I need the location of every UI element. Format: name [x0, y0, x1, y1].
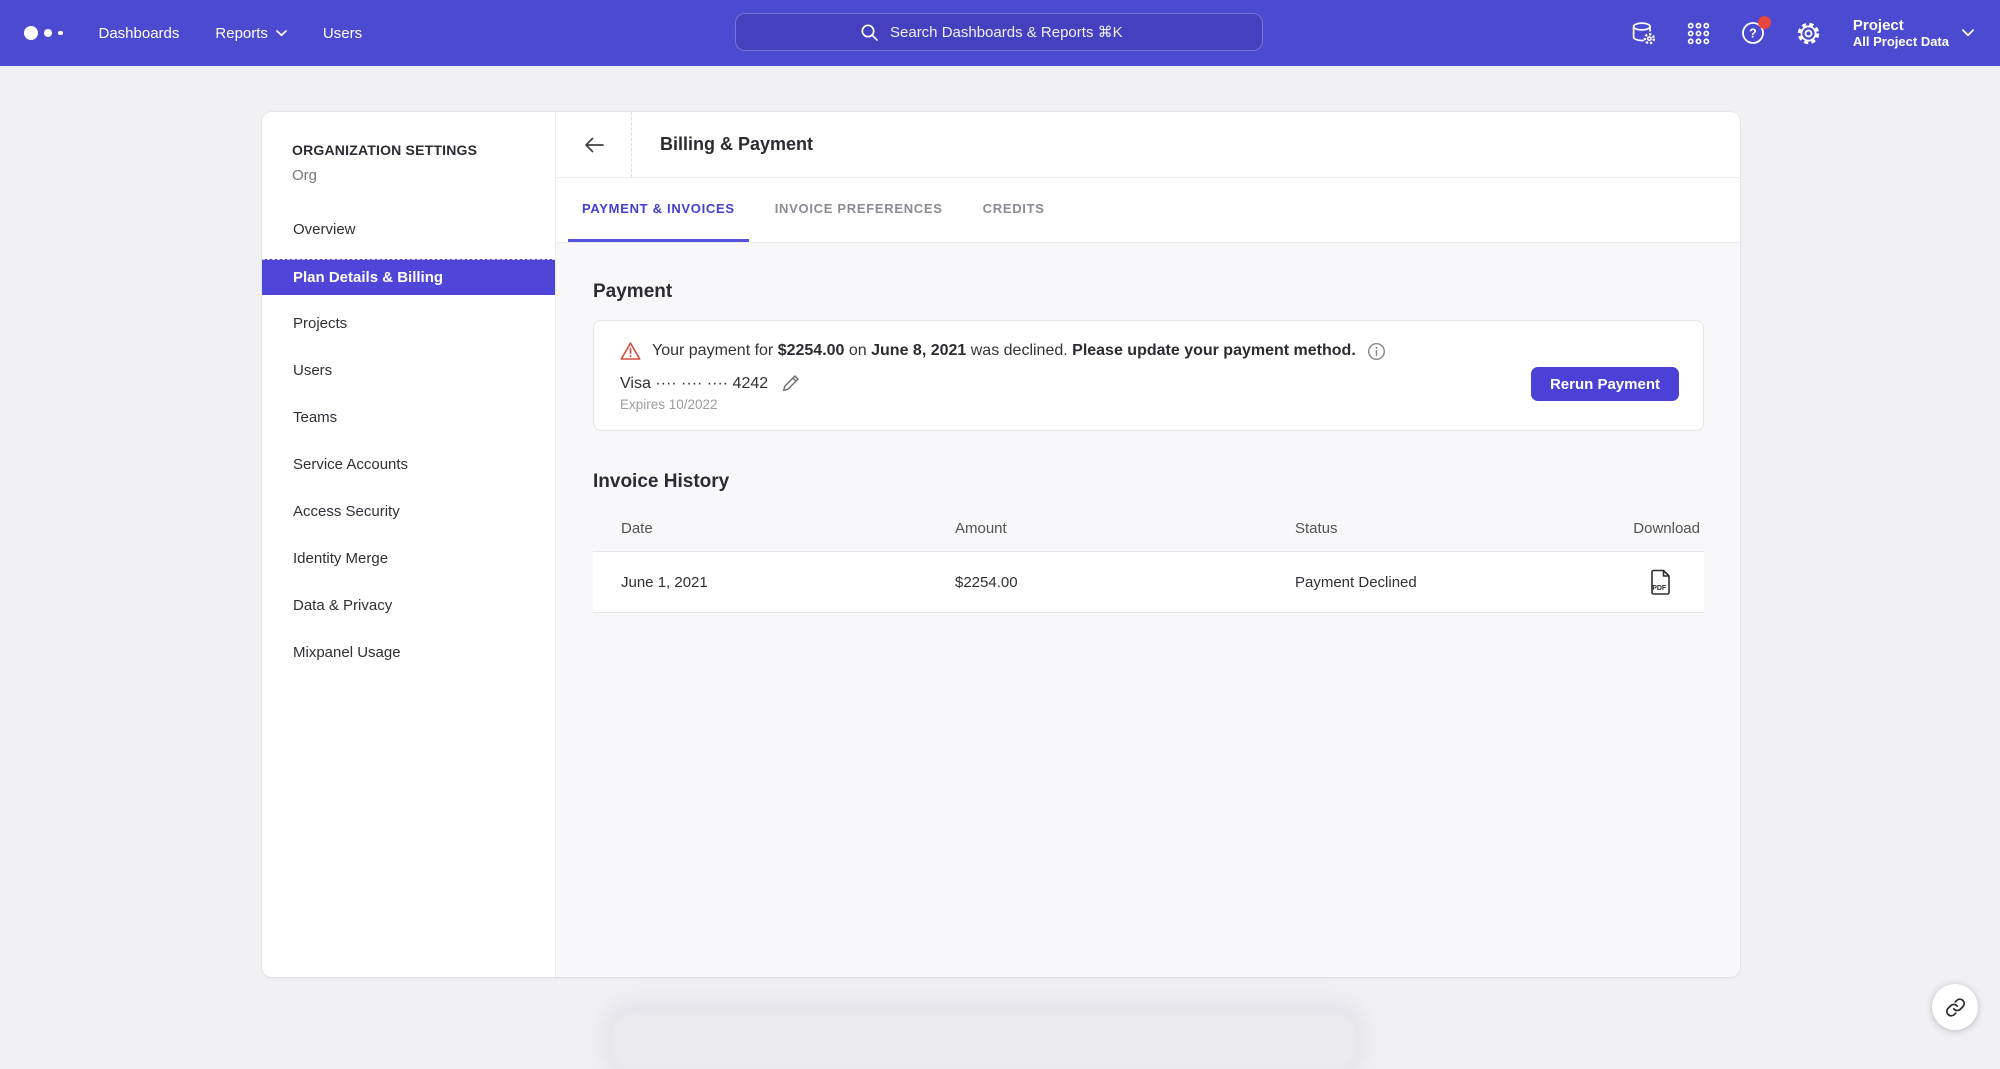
- global-search-bar[interactable]: [735, 13, 1263, 51]
- warning-icon: [620, 341, 641, 361]
- logo-dot-small: [58, 31, 63, 36]
- invoice-date: June 1, 2021: [593, 574, 927, 591]
- sidebar-item-mixpanel-usage[interactable]: Mixpanel Usage: [262, 629, 555, 676]
- card-on-file: Visa ···· ···· ···· 4242: [620, 375, 768, 393]
- sidebar-header: ORGANIZATION SETTINGS Org: [262, 112, 555, 184]
- back-arrow-icon: [582, 134, 605, 156]
- project-selector[interactable]: Project All Project Data: [1853, 17, 1974, 50]
- sidebar-item-access-security[interactable]: Access Security: [262, 488, 555, 535]
- top-navigation-bar: Dashboards Reports Users: [0, 0, 2000, 66]
- sidebar-item-teams[interactable]: Teams: [262, 394, 555, 441]
- billing-content: Billing & Payment PAYMENT & INVOICES INV…: [556, 112, 1740, 977]
- help-icon[interactable]: ?: [1740, 20, 1766, 46]
- sidebar-item-projects[interactable]: Projects: [262, 300, 555, 347]
- search-input[interactable]: [888, 23, 1138, 42]
- column-header-status: Status: [1267, 520, 1586, 537]
- card-on-file-row: Visa ···· ···· ···· 4242: [620, 374, 1677, 393]
- payment-section-heading: Payment: [593, 281, 1704, 303]
- nav-item-users[interactable]: Users: [323, 25, 362, 42]
- apps-grid-icon[interactable]: [1686, 21, 1711, 46]
- search-icon: [860, 23, 879, 42]
- invoice-history-heading: Invoice History: [593, 471, 1704, 493]
- link-icon: [1945, 997, 1966, 1018]
- alert-part: Your payment for: [652, 342, 778, 359]
- info-icon[interactable]: [1367, 342, 1386, 361]
- svg-text:?: ?: [1749, 26, 1757, 40]
- org-settings-sidebar: ORGANIZATION SETTINGS Org Overview Plan …: [262, 112, 556, 977]
- column-header-date: Date: [593, 520, 927, 537]
- notification-badge: [1758, 16, 1771, 29]
- alert-emphasis: Please update your payment method.: [1072, 342, 1356, 359]
- chevron-down-icon: [1962, 29, 1974, 37]
- page-title: Billing & Payment: [660, 134, 813, 155]
- nav-right-controls: ? Project All Project Data: [1630, 0, 1974, 66]
- payment-card: Your payment for $2254.00 on June 8, 202…: [593, 320, 1704, 431]
- bottom-sheet-shadow: [612, 1013, 1356, 1069]
- sidebar-item-overview[interactable]: Overview: [262, 206, 555, 253]
- mixpanel-logo[interactable]: [24, 26, 63, 40]
- nav-item-label: Dashboards: [99, 25, 180, 42]
- tab-invoice-preferences[interactable]: INVOICE PREFERENCES: [761, 178, 957, 242]
- invoice-status: Payment Declined: [1267, 574, 1586, 591]
- nav-item-dashboards[interactable]: Dashboards: [99, 25, 180, 42]
- sidebar-nav: Overview Plan Details & Billing Projects…: [262, 206, 555, 676]
- back-button[interactable]: [556, 112, 632, 177]
- column-header-amount: Amount: [927, 520, 1267, 537]
- alert-part: on: [844, 342, 871, 359]
- project-selector-title: Project: [1853, 17, 1949, 34]
- alert-date: June 8, 2021: [871, 342, 966, 359]
- nav-item-reports[interactable]: Reports: [215, 25, 287, 42]
- pdf-file-icon[interactable]: PDF: [1649, 569, 1672, 596]
- nav-item-label: Reports: [215, 25, 268, 42]
- nav-item-label: Users: [323, 25, 362, 42]
- tab-credits[interactable]: CREDITS: [969, 178, 1059, 242]
- settings-panel: ORGANIZATION SETTINGS Org Overview Plan …: [262, 112, 1740, 977]
- payment-declined-alert: Your payment for $2254.00 on June 8, 202…: [620, 341, 1677, 361]
- project-selector-value: All Project Data: [1853, 34, 1949, 50]
- sidebar-item-service-accounts[interactable]: Service Accounts: [262, 441, 555, 488]
- invoice-download-cell: PDF: [1586, 569, 1704, 596]
- tab-payment-invoices[interactable]: PAYMENT & INVOICES: [568, 178, 749, 242]
- svg-text:PDF: PDF: [1652, 585, 1667, 592]
- sidebar-heading: ORGANIZATION SETTINGS: [292, 142, 555, 158]
- copy-link-button[interactable]: [1932, 984, 1978, 1030]
- rerun-payment-button[interactable]: Rerun Payment: [1531, 367, 1679, 401]
- alert-amount: $2254.00: [778, 342, 845, 359]
- logo-dot-large: [24, 26, 38, 40]
- invoice-amount: $2254.00: [927, 574, 1267, 591]
- sidebar-item-plan-details-billing[interactable]: Plan Details & Billing: [262, 259, 555, 295]
- sidebar-item-data-privacy[interactable]: Data & Privacy: [262, 582, 555, 629]
- payment-invoices-panel: Payment Your payment for $2254.00 on Jun…: [556, 243, 1740, 977]
- project-selector-text: Project All Project Data: [1853, 17, 1949, 50]
- sidebar-item-users[interactable]: Users: [262, 347, 555, 394]
- logo-dot-medium: [44, 29, 52, 37]
- alert-text: Your payment for $2254.00 on June 8, 202…: [652, 342, 1356, 360]
- settings-gear-icon[interactable]: [1795, 20, 1822, 47]
- chevron-down-icon: [276, 30, 287, 37]
- card-expiry: Expires 10/2022: [620, 397, 1677, 412]
- content-header: Billing & Payment: [556, 112, 1740, 178]
- organization-name: Org: [292, 167, 555, 184]
- sidebar-item-identity-merge[interactable]: Identity Merge: [262, 535, 555, 582]
- invoice-table: Date Amount Status Download June 1, 2021…: [593, 505, 1704, 613]
- data-management-icon[interactable]: [1630, 20, 1657, 47]
- alert-part: was declined.: [966, 342, 1072, 359]
- column-header-download: Download: [1586, 520, 1704, 537]
- invoice-table-header: Date Amount Status Download: [593, 505, 1704, 551]
- invoice-row: June 1, 2021 $2254.00 Payment Declined P…: [593, 551, 1704, 613]
- billing-tabs: PAYMENT & INVOICES INVOICE PREFERENCES C…: [556, 178, 1740, 243]
- edit-pencil-icon[interactable]: [781, 374, 800, 393]
